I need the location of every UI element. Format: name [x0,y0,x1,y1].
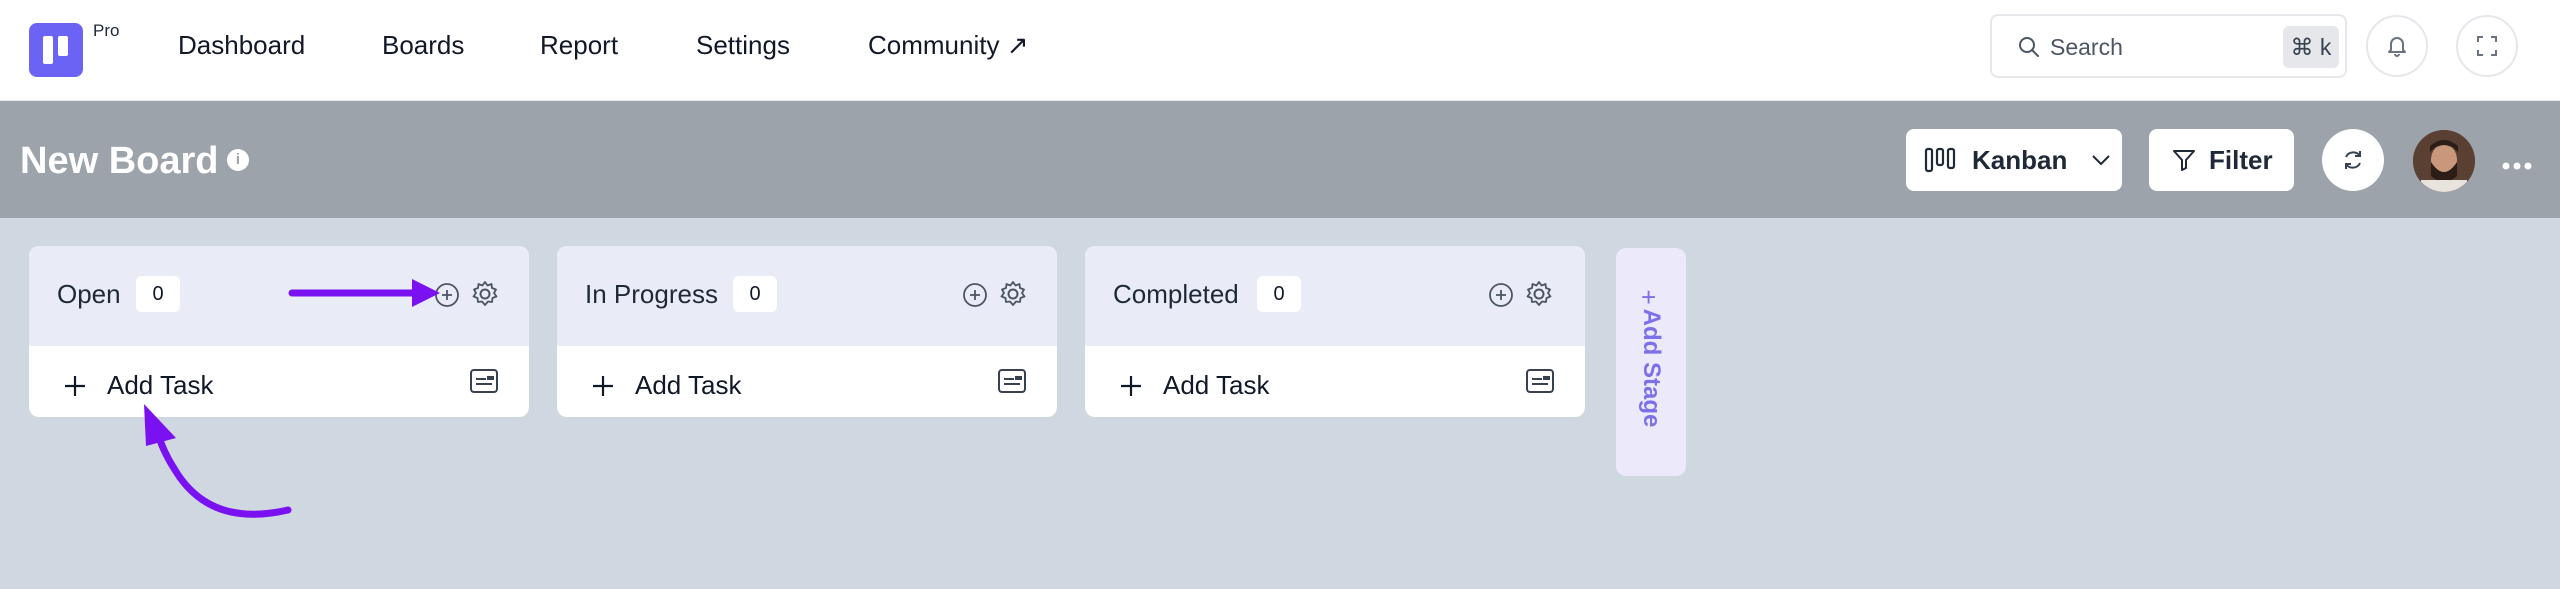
annotation-arrow-curved [144,404,292,518]
annotation-arrow-right [288,279,440,307]
annotation-arrows [144,279,440,518]
